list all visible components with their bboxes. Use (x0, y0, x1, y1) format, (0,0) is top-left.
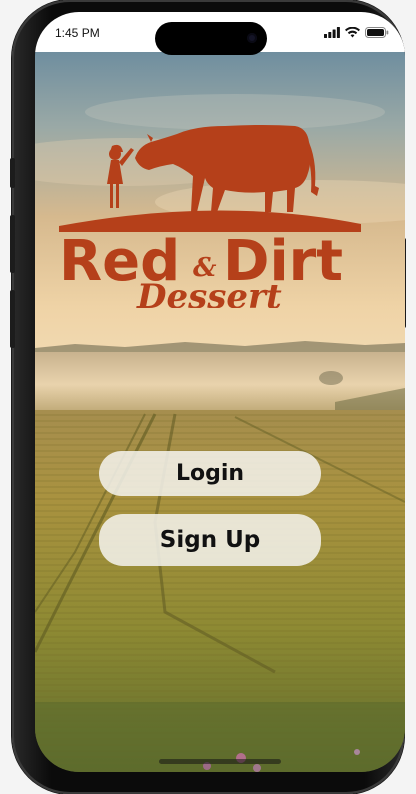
cellular-signal-icon (324, 27, 340, 38)
cow-silhouette-icon (135, 125, 319, 212)
mute-switch (10, 158, 15, 188)
volume-down-button (10, 290, 15, 348)
login-button-label: Login (175, 461, 245, 486)
battery-icon (365, 27, 389, 38)
girl-silhouette-icon (107, 144, 134, 208)
front-camera (247, 33, 257, 43)
home-indicator[interactable] (159, 759, 281, 764)
sign-up-button-label: Sign Up (159, 527, 261, 553)
dynamic-island (155, 22, 267, 55)
sign-up-button[interactable]: Sign Up (99, 514, 321, 566)
status-time: 1:45 PM (55, 26, 100, 40)
login-button[interactable]: Login (99, 451, 321, 496)
volume-up-button (10, 215, 15, 273)
phone-frame: 1:45 PM Red & Dirt Dessert Login Sign Up (10, 0, 406, 794)
status-icons (324, 27, 389, 38)
red-dirt-dessert-logo: Red & Dirt Dessert (59, 125, 361, 308)
logo-word-dessert: Dessert (136, 277, 282, 308)
app-screen: 1:45 PM Red & Dirt Dessert Login Sign Up (35, 12, 405, 772)
wifi-icon (345, 27, 360, 38)
